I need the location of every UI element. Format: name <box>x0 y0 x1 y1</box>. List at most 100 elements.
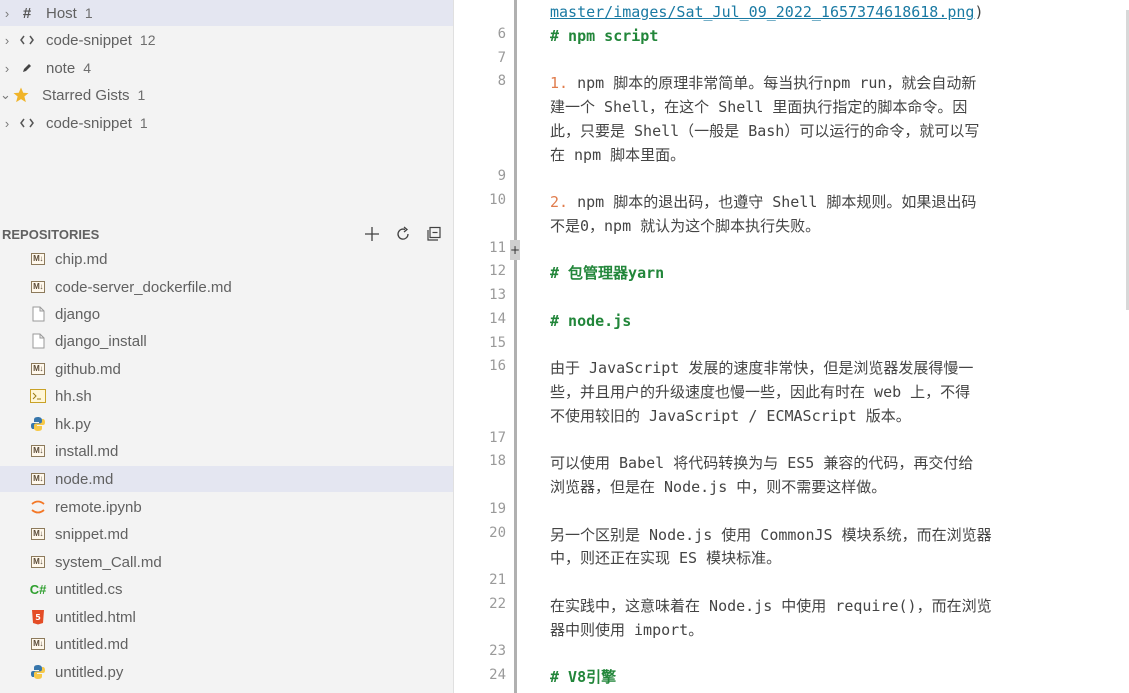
file-item[interactable]: 5 untitled.html <box>0 604 453 630</box>
tree-item-code-snippet[interactable]: › code-snippet 12 <box>0 27 453 53</box>
text: 在实践中，这意味着在 Node.js 中使用 require()，而在浏览 <box>550 597 992 615</box>
file-name: untitled.py <box>55 663 124 681</box>
text: ) <box>974 3 984 21</box>
image-link[interactable]: master/images/Sat_Jul_09_2022_1657374618… <box>550 3 974 21</box>
tree-item-count: 1 <box>139 115 148 131</box>
file-item[interactable]: M↓ chip.md <box>0 246 453 272</box>
tree-item-starred-gists[interactable]: ⌄ Starred Gists 1 <box>0 82 453 108</box>
file-item[interactable]: M↓ install.md <box>0 438 453 464</box>
file-item[interactable]: hk.py <box>0 411 453 437</box>
file-name: remote.ipynb <box>55 498 142 516</box>
tree-item-count: 4 <box>83 60 91 76</box>
file-item[interactable]: django_install <box>0 328 453 354</box>
text: 建一个 Shell，在这个 Shell 里面执行指定的脚本命令。因 <box>550 98 968 116</box>
markdown-icon: M↓ <box>31 556 45 568</box>
file-item[interactable]: django <box>0 301 453 327</box>
chevron-right-icon[interactable]: › <box>0 33 14 48</box>
list-number: 1. <box>550 74 569 92</box>
file-name: hk.py <box>55 415 91 433</box>
file-name: chip.md <box>55 250 108 268</box>
file-item[interactable]: remote.ipynb <box>0 494 453 520</box>
text: 在 npm 脚本里面。 <box>550 146 686 164</box>
tree-item-label: Starred Gists <box>42 86 130 104</box>
line-number: 6 <box>497 26 506 42</box>
html-icon: 5 <box>27 609 49 625</box>
tree-item-count: 1 <box>84 5 93 21</box>
text: 些，并且用户的升级速度也慢一些，因此有时在 web 上，不得 <box>550 383 971 401</box>
tree-item-label: code-snippet <box>46 31 132 49</box>
python-icon <box>27 664 49 680</box>
collapse-all-icon[interactable] <box>423 223 445 245</box>
add-comment-icon[interactable]: + <box>510 240 520 260</box>
text: 此，只要是 Shell（一般是 Bash）可以运行的命令，就可以写 <box>550 122 980 140</box>
repositories-header[interactable]: REPOSITORIES <box>0 221 453 247</box>
file-name: untitled.cs <box>55 580 123 598</box>
fold-bar <box>514 0 517 693</box>
csharp-icon: C# <box>29 581 47 597</box>
line-number: 14 <box>489 311 506 327</box>
file-item[interactable]: M↓ snippet.md <box>0 521 453 547</box>
tree-item-note[interactable]: › note 4 <box>0 55 453 81</box>
line-number: 8 <box>497 73 506 89</box>
markdown-icon: M↓ <box>31 363 45 375</box>
file-name: untitled.md <box>55 635 129 653</box>
file-item[interactable]: C# untitled.cs <box>0 576 453 602</box>
file-name: system_Call.md <box>55 553 162 571</box>
python-icon <box>27 416 49 432</box>
tree-item-host[interactable]: › # Host 1 <box>0 0 453 26</box>
file-name: install.md <box>55 442 119 460</box>
star-icon <box>8 86 34 104</box>
code-icon <box>14 34 40 46</box>
tree-item-label: Host <box>46 4 77 22</box>
tree-item-label: code-snippet <box>46 114 132 132</box>
markdown-icon: M↓ <box>31 445 45 457</box>
markdown-icon: M↓ <box>31 638 45 650</box>
file-name: django_install <box>55 332 147 350</box>
line-number: 17 <box>489 430 506 446</box>
file-item-selected[interactable]: M↓ node.md <box>0 466 453 492</box>
editor[interactable]: 6 7 8 9 10 11 12 13 14 15 16 17 18 19 20… <box>454 0 1129 693</box>
heading: # node.js <box>550 312 632 330</box>
repositories-title: REPOSITORIES <box>2 226 100 242</box>
line-number: 13 <box>489 287 506 303</box>
line-number: 21 <box>489 572 506 588</box>
chevron-right-icon[interactable]: › <box>0 61 14 76</box>
chevron-right-icon[interactable]: › <box>0 6 14 21</box>
add-icon[interactable] <box>361 223 383 245</box>
file-name: django <box>55 305 101 323</box>
file-name: github.md <box>55 360 121 378</box>
refresh-icon[interactable] <box>392 223 414 245</box>
chevron-down-icon[interactable]: ⌄ <box>0 87 11 103</box>
jupyter-icon <box>27 499 49 515</box>
line-number: 22 <box>489 596 506 612</box>
file-item[interactable]: M↓ github.md <box>0 356 453 382</box>
line-number: 11 <box>489 240 506 256</box>
svg-text:5: 5 <box>35 613 41 622</box>
file-item[interactable]: M↓ code-server_dockerfile.md <box>0 274 453 300</box>
line-number: 12 <box>489 263 506 279</box>
tree-item-label: note <box>46 59 76 77</box>
line-number: 18 <box>489 453 506 469</box>
text: 中，则还正在实现 ES 模块标准。 <box>550 549 782 567</box>
text: 不是0，npm 就认为这个脚本执行失败。 <box>550 217 821 235</box>
file-item[interactable]: M↓ untitled.md <box>0 631 453 657</box>
text: 可以使用 Babel 将代码转换为与 ES5 兼容的代码，再交付给 <box>550 454 974 472</box>
text: npm 脚本的退出码，也遵守 Shell 脚本规则。如果退出码 <box>568 193 977 211</box>
chevron-right-icon[interactable]: › <box>0 116 14 131</box>
file-name: snippet.md <box>55 525 129 543</box>
heading: # 包管理器yarn <box>550 264 665 282</box>
hash-icon: # <box>22 4 32 22</box>
line-number: 19 <box>489 501 506 517</box>
tree-item-starred-code-snippet[interactable]: › code-snippet 1 <box>0 110 453 136</box>
markdown-icon: M↓ <box>31 281 45 293</box>
text: 另一个区别是 Node.js 使用 CommonJS 模块系统，而在浏览器 <box>550 526 992 544</box>
file-item[interactable]: M↓ system_Call.md <box>0 549 453 575</box>
line-number: 9 <box>497 168 506 184</box>
file-item[interactable]: hh.sh <box>0 383 453 409</box>
code-icon <box>14 117 40 129</box>
text: 浏览器，但是在 Node.js 中，则不需要这样做。 <box>550 478 887 496</box>
text: 器中则使用 import。 <box>550 621 704 639</box>
file-name: node.md <box>55 470 114 488</box>
file-item[interactable]: untitled.py <box>0 659 453 685</box>
tree-item-count: 12 <box>139 32 156 48</box>
